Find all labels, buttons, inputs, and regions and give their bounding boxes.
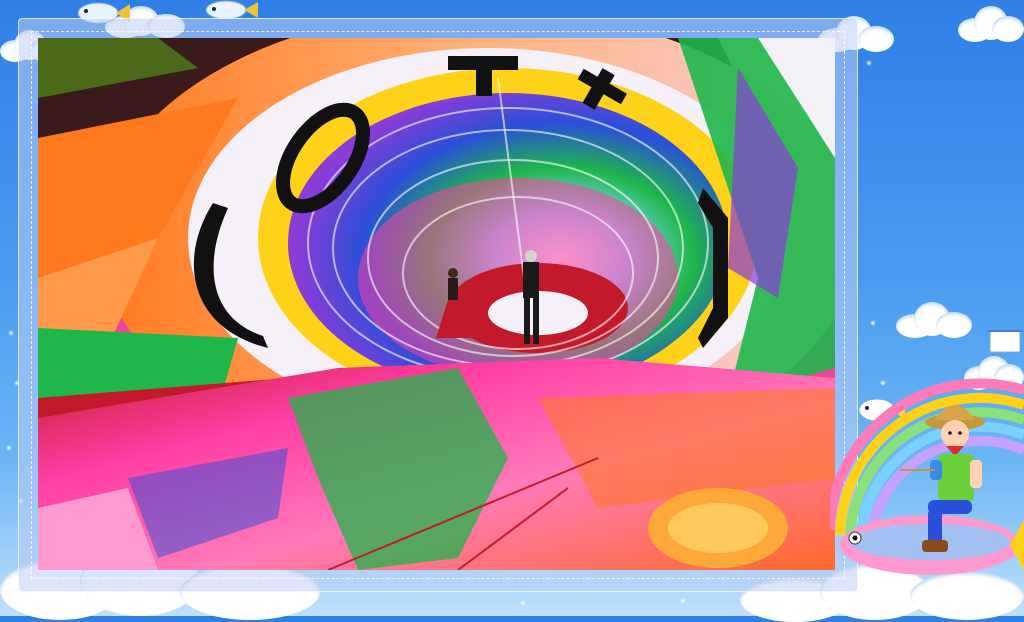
cowboy-illustration bbox=[825, 318, 1024, 610]
cloud bbox=[958, 6, 1024, 44]
balloon-photo bbox=[38, 38, 835, 570]
